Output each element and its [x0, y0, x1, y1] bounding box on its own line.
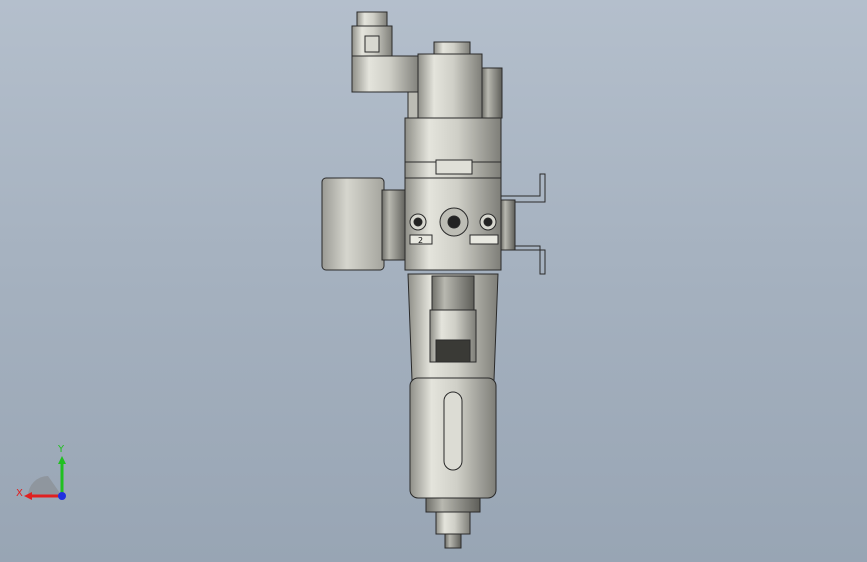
pilot-valve	[417, 41, 503, 119]
pressure-gauge	[321, 177, 407, 271]
graphics-viewport[interactable]: 2 X Y	[0, 0, 867, 562]
solenoid-connector	[351, 11, 421, 119]
x-axis-arrow	[24, 492, 32, 500]
z-axis-dot	[58, 492, 66, 500]
filter-bowl	[409, 377, 497, 549]
regulator-model[interactable]: 2	[0, 0, 867, 562]
y-axis-label: Y	[57, 444, 65, 455]
mounting-bracket	[500, 173, 546, 275]
coordinate-triad: X Y	[16, 444, 66, 500]
port-block: 2	[404, 177, 502, 271]
x-axis-label: X	[16, 488, 23, 499]
port-label: 2	[418, 236, 423, 245]
bowl-guard	[407, 273, 499, 381]
triad-plane	[28, 476, 62, 496]
y-axis-arrow	[58, 456, 66, 464]
upper-body	[404, 117, 502, 179]
